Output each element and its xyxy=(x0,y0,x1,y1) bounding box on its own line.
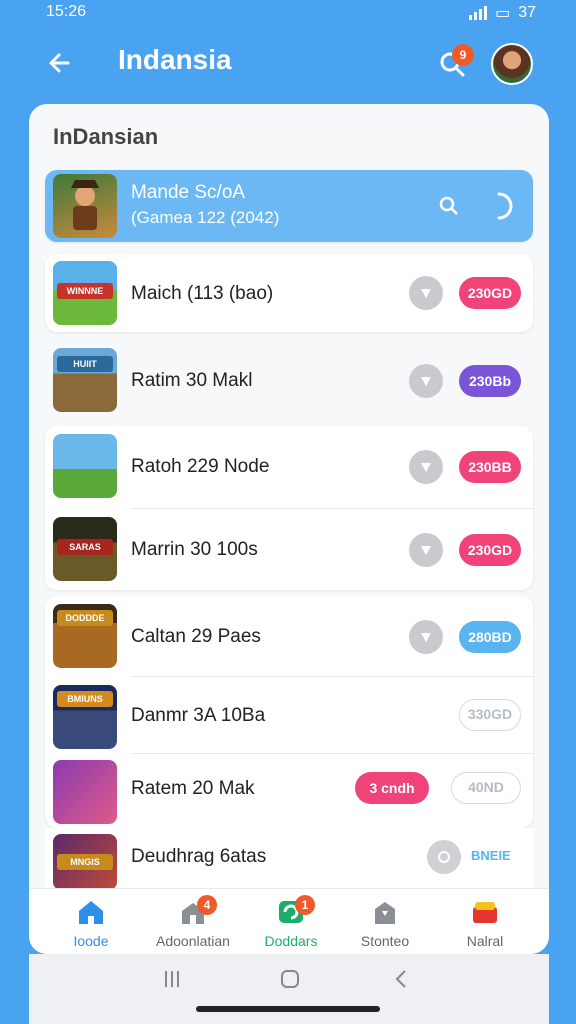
list-item-title: Ratim 30 Makl xyxy=(131,370,253,391)
signal-icon xyxy=(469,6,488,20)
thumbnail-label: MNGIS xyxy=(57,854,113,870)
game-thumbnail: HUIIT xyxy=(53,348,117,412)
system-nav-bar xyxy=(29,954,549,1024)
page-title: Indansia xyxy=(118,44,232,75)
home-button-icon[interactable] xyxy=(279,968,301,990)
list-item[interactable]: Ratoh 229 Node 230BB xyxy=(45,426,533,508)
action-button[interactable]: 3 cndh xyxy=(355,772,429,804)
thumbnail-art xyxy=(53,434,117,498)
info-icon[interactable] xyxy=(427,840,461,874)
list-item-subtitle: (Gamea 122 (2042) xyxy=(131,208,280,227)
tab-nalral[interactable]: Nalral xyxy=(435,889,535,955)
list-group: DODDDE Caltan 29 Paes 280BD BMIUNS Danmr… xyxy=(45,596,533,828)
list-item[interactable]: Ratem 20 Mak 3 cndh 40ND xyxy=(45,754,533,828)
price-badge[interactable]: 230Bb xyxy=(459,365,521,397)
download-icon[interactable] xyxy=(409,620,443,654)
list-item-title: Caltan 29 Paes xyxy=(131,626,261,647)
tab-home[interactable]: Ioode xyxy=(41,889,141,955)
list-item[interactable]: WINNNE Maich (113 (bao) 230GD xyxy=(45,254,533,332)
list-item[interactable]: BMIUNS Danmr 3A 10Ba 330GD xyxy=(45,677,533,753)
gift-icon xyxy=(473,902,497,923)
app-header: Indansia 9 xyxy=(0,28,576,102)
status-icons: ▭ 37 xyxy=(469,3,536,23)
avatar[interactable] xyxy=(491,43,533,85)
thumbnail-label: WINNNE xyxy=(57,283,113,299)
section-title: InDansian xyxy=(53,124,159,149)
game-thumbnail xyxy=(53,760,117,824)
tab-doddars[interactable]: 1 Doddars xyxy=(241,889,341,955)
tab-stonteo[interactable]: Stonteo xyxy=(335,889,435,955)
list-item[interactable]: MNGIS Deudhrag 6atas BNEIE xyxy=(45,828,533,890)
recent-apps-icon[interactable] xyxy=(161,968,183,990)
search-icon[interactable] xyxy=(437,194,461,223)
thumbnail-label: SARAS xyxy=(57,539,113,555)
price-badge[interactable]: 230GD xyxy=(459,277,521,309)
list-item[interactable]: DODDDE Caltan 29 Paes 280BD xyxy=(45,596,533,676)
tab-label: Nalral xyxy=(466,933,504,949)
list-item[interactable]: HUIIT Ratim 30 Makl 230Bb xyxy=(45,340,533,420)
tab-badge: 1 xyxy=(295,895,315,915)
game-thumbnail: WINNNE xyxy=(53,261,117,325)
list-item-title: Danmr 3A 10Ba xyxy=(131,705,266,726)
tab-label: Stonteo xyxy=(360,933,410,949)
loading-spinner-icon xyxy=(493,190,517,227)
price-badge[interactable]: 230GD xyxy=(459,534,521,566)
thumbnail-label: DODDDE xyxy=(57,610,113,626)
notification-badge: 9 xyxy=(452,44,474,66)
game-thumbnail: DODDDE xyxy=(53,604,117,668)
price-badge[interactable]: 330GD xyxy=(459,699,521,731)
download-icon[interactable] xyxy=(409,276,443,310)
back-arrow-icon[interactable] xyxy=(44,46,78,80)
list-item-title: Mande Sc/oA xyxy=(131,182,246,203)
store-icon xyxy=(375,902,395,924)
game-list-card: InDansian Mande Sc/oA (Gamea 122 (2042) … xyxy=(29,104,549,954)
tab-label: Adoonlatian xyxy=(156,933,230,949)
download-icon[interactable] xyxy=(409,450,443,484)
list-item-title: Ratem 20 Mak xyxy=(131,778,255,799)
game-thumbnail xyxy=(53,174,117,238)
thumbnail-label: HUIIT xyxy=(57,356,113,372)
tab-adoonlatian[interactable]: 4 Adoonlatian xyxy=(143,889,243,955)
tab-badge: 4 xyxy=(197,895,217,915)
price-badge[interactable]: 40ND xyxy=(451,772,521,804)
battery-icon: ▭ xyxy=(495,5,511,22)
game-thumbnail xyxy=(53,434,117,498)
game-thumbnail: MNGIS xyxy=(53,834,117,890)
price-badge[interactable]: 230BB xyxy=(459,451,521,483)
list-item-title: Deudhrag 6atas xyxy=(131,846,267,867)
thumbnail-art xyxy=(53,760,117,824)
download-icon[interactable] xyxy=(409,364,443,398)
price-badge[interactable]: 280BD xyxy=(459,621,521,653)
list-item-title: Ratoh 229 Node xyxy=(131,456,270,477)
game-thumbnail: SARAS xyxy=(53,517,117,581)
bottom-tab-bar: Ioode 4 Adoonlatian 1 Doddars Stonteo Na… xyxy=(29,888,549,954)
list-item-highlighted[interactable]: Mande Sc/oA (Gamea 122 (2042) xyxy=(45,170,533,242)
back-nav-icon[interactable] xyxy=(391,968,413,990)
tab-label: Doddars xyxy=(264,933,318,949)
list-group: Ratoh 229 Node 230BB SARAS Marrin 30 100… xyxy=(45,426,533,590)
home-icon xyxy=(79,901,103,924)
list-item-title: Maich (113 (bao) xyxy=(131,283,274,304)
battery-level: 37 xyxy=(518,4,536,21)
status-time: 15:26 xyxy=(46,3,87,20)
tab-label: Ioode xyxy=(73,933,109,949)
thumbnail-label: BMIUNS xyxy=(57,691,113,707)
list-item[interactable]: SARAS Marrin 30 100s 230GD xyxy=(45,509,533,590)
home-indicator xyxy=(196,1006,380,1012)
download-icon[interactable] xyxy=(409,533,443,567)
game-thumbnail: BMIUNS xyxy=(53,685,117,749)
status-bar: 15:26 ▭ 37 xyxy=(0,0,576,28)
price-badge[interactable]: BNEIE xyxy=(471,848,511,863)
list-item-title: Marrin 30 100s xyxy=(131,539,258,560)
